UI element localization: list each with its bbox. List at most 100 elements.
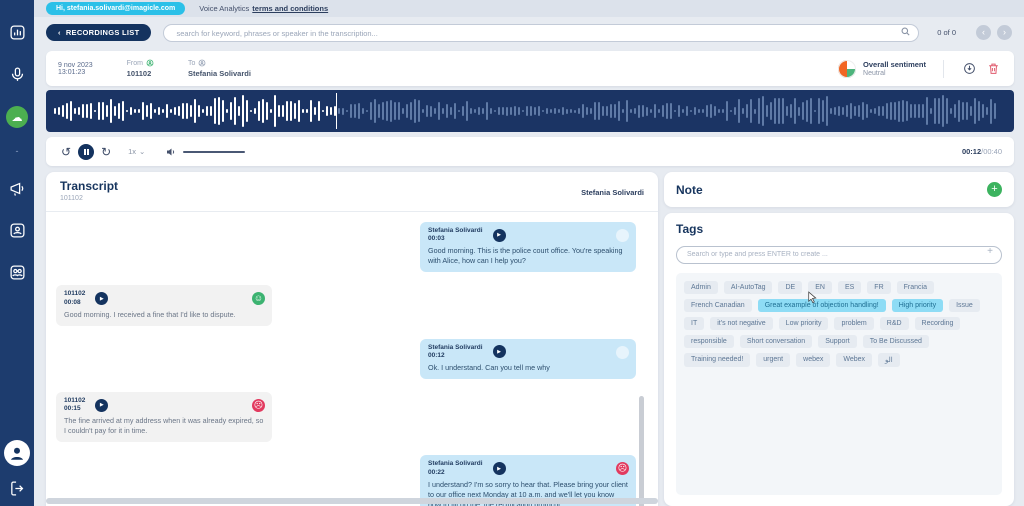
message-speaker: Stefania Solivardi — [428, 460, 483, 468]
player-controls: ↺ ↻ 1x ⌄ 00:12/00:40 — [46, 137, 1014, 166]
message-row: Stefania Solivardi00:12▶Ok. I understand… — [56, 339, 636, 379]
tag-chip[interactable]: FR — [867, 281, 890, 294]
sentiment-neutral-icon — [616, 346, 629, 359]
toolbar: ‹ RECORDINGS LIST 0 of 0 ‹ › — [34, 17, 1024, 48]
message-bubble: Stefania Solivardi00:03 ▶ Good morning. Th… — [420, 222, 636, 272]
message-play-button[interactable]: ▶ — [95, 399, 108, 412]
transcript-title: Transcript — [60, 179, 644, 193]
cloud-recordings-icon[interactable]: ☁ — [6, 106, 28, 128]
tag-chip[interactable]: AI-AutoTag — [724, 281, 773, 294]
logout-icon[interactable] — [7, 478, 27, 498]
tag-chip[interactable]: French Canadian — [684, 299, 752, 312]
tag-chip[interactable]: IT — [684, 317, 704, 330]
forward-5-icon[interactable]: ↻ — [98, 146, 114, 158]
transcript-speaker: Stefania Solivardi — [581, 188, 644, 197]
message-text: Good morning. I received a fine that I'd… — [64, 310, 264, 320]
app-label: Voice Analytics — [199, 4, 249, 13]
from-label: From — [127, 60, 143, 67]
message-speaker: 101102 — [64, 397, 85, 405]
horizontal-scrollbar[interactable] — [46, 498, 658, 504]
recordings-list-button[interactable]: ‹ RECORDINGS LIST — [46, 24, 151, 41]
message-text: Good morning. This is the police court o… — [428, 246, 628, 266]
transcript-scrollbar[interactable] — [639, 396, 644, 506]
groups-icon[interactable] — [7, 262, 27, 282]
volume-slider[interactable] — [183, 151, 245, 153]
add-note-button[interactable]: + — [987, 182, 1002, 197]
sentiment-value: Neutral — [863, 70, 926, 77]
rewind-5-icon[interactable]: ↺ — [58, 146, 74, 158]
tag-chip[interactable]: responsible — [684, 335, 734, 348]
tag-chip[interactable]: R&D — [880, 317, 909, 330]
next-match-button[interactable]: › — [997, 25, 1012, 40]
playhead[interactable] — [336, 93, 337, 129]
message-bubble: Stefania Solivardi00:12▶Ok. I understand… — [420, 339, 636, 379]
message-row: Stefania Solivardi00:03 ▶ Good morning. Th… — [56, 222, 636, 272]
tag-chip[interactable]: problem — [834, 317, 873, 330]
terms-link[interactable]: terms and conditions — [252, 4, 328, 13]
tag-chip[interactable]: الو — [878, 353, 900, 367]
message-timestamp: 00:03 — [428, 235, 483, 243]
tags-add-icon: + — [987, 246, 993, 257]
download-button[interactable] — [961, 60, 978, 77]
tags-title: Tags — [676, 222, 1002, 236]
note-panel: Note + — [664, 172, 1014, 207]
topbar: Hi, stefania.solivardi@imagicle.com Voic… — [34, 0, 1024, 17]
support-avatar[interactable] — [4, 440, 30, 466]
speed-dropdown[interactable]: 1x ⌄ — [128, 147, 145, 156]
transcript-panel: Transcript 101102 Stefania Solivardi Ste… — [46, 172, 658, 506]
message-speaker: 101102 — [64, 290, 85, 298]
tag-chip[interactable]: Support — [818, 335, 857, 348]
chat-area: Stefania Solivardi00:03▶Good morning. Th… — [46, 212, 658, 506]
tag-chip[interactable]: Recording — [915, 317, 961, 330]
waveform[interactable] — [46, 90, 1014, 132]
volume-icon[interactable] — [165, 146, 177, 158]
chevron-down-icon: ⌄ — [139, 147, 145, 156]
tag-chip[interactable]: Francia — [897, 281, 934, 294]
trash-icon — [987, 62, 1000, 75]
microphone-icon[interactable] — [7, 64, 27, 84]
message-play-button[interactable]: ▶ — [493, 229, 506, 242]
tag-chip[interactable]: Great example of objection handling! — [758, 299, 886, 312]
tag-chip[interactable]: To Be Discussed — [863, 335, 929, 348]
tag-chip[interactable]: urgent — [756, 353, 790, 367]
tag-chip[interactable]: it's not negative — [710, 317, 772, 330]
transcription-search-input[interactable] — [163, 24, 919, 42]
tags-search-input[interactable] — [676, 246, 1002, 264]
tag-chip[interactable]: DE — [778, 281, 802, 294]
tag-chip[interactable]: Webex — [836, 353, 872, 367]
message-row: 10110200:08▶☺Good morning. I received a … — [56, 285, 636, 325]
pause-button[interactable] — [78, 144, 94, 160]
tag-chip[interactable]: High priority — [892, 299, 943, 312]
note-title: Note — [676, 183, 703, 197]
to-label: To — [188, 60, 195, 67]
back-button-label: RECORDINGS LIST — [66, 28, 140, 37]
recording-date: 9 nov 2023 — [58, 62, 93, 69]
total-time: /00:40 — [981, 147, 1002, 156]
message-play-button[interactable]: ▶ — [493, 345, 506, 358]
delete-button[interactable] — [985, 60, 1002, 77]
tag-chip[interactable]: Low priority — [779, 317, 829, 330]
divider — [943, 60, 944, 78]
user-badge: Hi, stefania.solivardi@imagicle.com — [46, 2, 185, 15]
message-timestamp: 00:12 — [428, 352, 483, 360]
tag-chip[interactable]: EN — [808, 281, 832, 294]
tag-chip[interactable]: ES — [838, 281, 861, 294]
analytics-icon[interactable] — [7, 22, 27, 42]
tag-chips: Admin AI-AutoTag DE EN ES FR Francia French Can… — [676, 273, 1002, 495]
megaphone-icon[interactable] — [7, 178, 27, 198]
tag-chip[interactable]: webex — [796, 353, 830, 367]
message-play-button[interactable]: ▶ — [95, 292, 108, 305]
prev-match-button[interactable]: ‹ — [976, 25, 991, 40]
download-icon — [963, 62, 976, 75]
message-speaker: Stefania Solivardi — [428, 227, 483, 235]
from-value: 101102 — [127, 69, 154, 78]
tag-chip[interactable]: Training needed! — [684, 353, 750, 367]
sentiment-neutral-icon — [616, 229, 629, 242]
tag-chip[interactable]: Admin — [684, 281, 718, 294]
tag-chip[interactable]: Short conversation — [740, 335, 812, 348]
message-play-button[interactable]: ▶ — [493, 462, 506, 475]
tag-chip[interactable]: Issue — [949, 299, 980, 312]
contact-card-icon[interactable] — [7, 220, 27, 240]
to-value: Stefania Solivardi — [188, 69, 251, 78]
sentiment-negative-icon: ☹ — [252, 399, 265, 412]
